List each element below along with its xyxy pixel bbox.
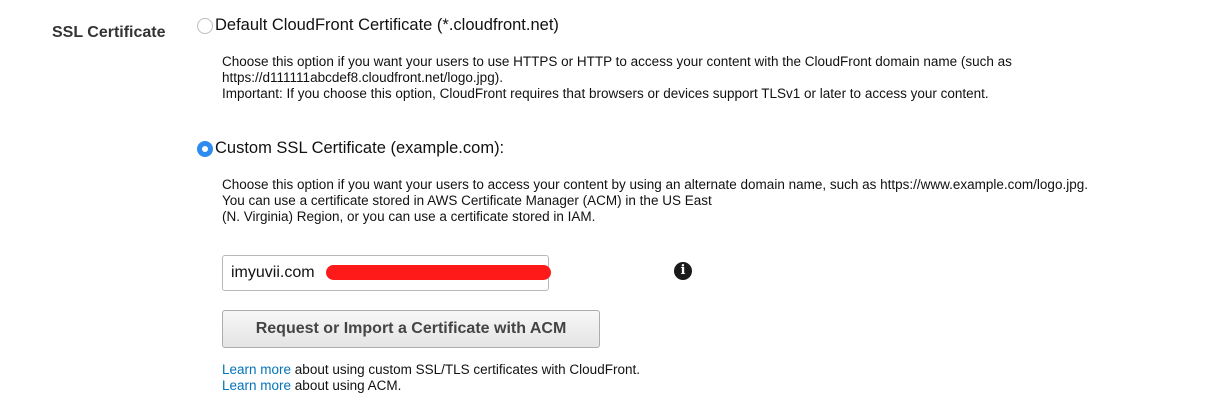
learn-more-acm-link[interactable]: Learn more [222, 378, 291, 393]
description-line: (N. Virginia) Region, or you can use a c… [222, 209, 596, 224]
learn-more-ssl-link[interactable]: Learn more [222, 362, 291, 377]
help-line-acm: Learn more about using ACM. [222, 378, 640, 394]
request-import-acm-button[interactable]: Request or Import a Certificate with ACM [222, 310, 600, 348]
ssl-certificate-label: SSL Certificate [52, 24, 166, 41]
default-certificate-label[interactable]: Default CloudFront Certificate (*.cloudf… [215, 16, 559, 35]
custom-certificate-description: Choose this option if you want your user… [222, 177, 1088, 225]
help-line-ssl: Learn more about using custom SSL/TLS ce… [222, 362, 640, 378]
help-text-ssl: about using custom SSL/TLS certificates … [291, 362, 640, 377]
description-line: Choose this option if you want your user… [222, 54, 1012, 69]
help-text-acm: about using ACM. [291, 378, 402, 393]
custom-certificate-radio[interactable] [197, 140, 213, 157]
certificate-select-field[interactable]: imyuvii.com [222, 255, 551, 291]
description-line: You can use a certificate stored in AWS … [222, 193, 712, 208]
custom-certificate-label[interactable]: Custom SSL Certificate (example.com): [215, 139, 504, 158]
info-circle-icon[interactable]: i [674, 262, 692, 280]
certificate-value: imyuvii.com [231, 264, 315, 281]
custom-certificate-option[interactable]: Custom SSL Certificate (example.com): [197, 139, 504, 158]
description-line: Important: If you choose this option, Cl… [222, 86, 989, 101]
default-certificate-description: Choose this option if you want your user… [222, 54, 1012, 102]
default-certificate-option[interactable]: Default CloudFront Certificate (*.cloudf… [197, 16, 559, 35]
description-line: Choose this option if you want your user… [222, 177, 1088, 192]
description-line: https://d111111abcdef8.cloudfront.net/lo… [222, 70, 503, 85]
default-certificate-radio[interactable] [197, 17, 213, 34]
help-links: Learn more about using custom SSL/TLS ce… [222, 362, 640, 394]
redaction-mark [326, 265, 551, 280]
